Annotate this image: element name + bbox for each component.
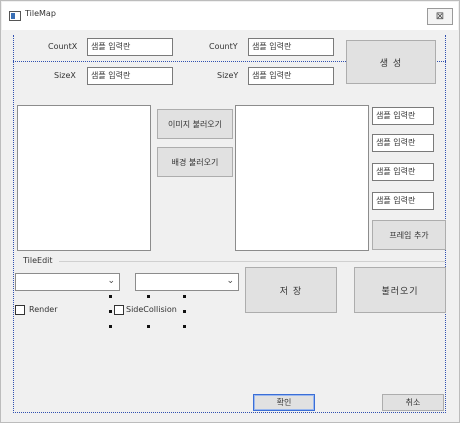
load-image-button[interactable]: 이미지 불러오기 [157, 109, 233, 139]
tile-edit-label: TileEdit [23, 256, 53, 265]
save-button[interactable]: 저 장 [245, 267, 337, 313]
create-button[interactable]: 생 성 [346, 40, 436, 84]
count-y-label: CountY [209, 42, 238, 51]
tile-combo-right[interactable]: ⌄ [135, 273, 239, 291]
tile-edit-group-line [59, 261, 445, 262]
selection-handle [147, 325, 150, 328]
frame-input-1[interactable]: 샘플 입력란 [372, 107, 434, 125]
chevron-down-icon: ⌄ [107, 276, 115, 286]
ok-button[interactable]: 확인 [253, 394, 315, 411]
selection-handle [147, 295, 150, 298]
size-y-input[interactable]: 샘플 입력란 [248, 67, 334, 85]
right-list-box[interactable] [235, 105, 369, 251]
selection-handle [183, 325, 186, 328]
render-label: Render [29, 305, 58, 314]
guide-bottom [13, 412, 446, 413]
load-background-button[interactable]: 배경 불러오기 [157, 147, 233, 177]
count-x-input[interactable]: 샘플 입력란 [87, 38, 173, 56]
side-collision-checkbox[interactable] [114, 305, 124, 315]
add-frame-button[interactable]: 프레임 추가 [372, 220, 446, 250]
chevron-down-icon: ⌄ [226, 276, 234, 286]
cancel-button[interactable]: 취소 [382, 394, 444, 411]
tilemap-window: TileMap ⊠ CountX 샘플 입력란 CountY 샘플 입력란 생 … [0, 0, 460, 423]
size-x-label: SizeX [54, 71, 76, 80]
count-y-input[interactable]: 샘플 입력란 [248, 38, 334, 56]
load-button[interactable]: 불러오기 [354, 267, 446, 313]
frame-input-4[interactable]: 샘플 입력란 [372, 192, 434, 210]
title-bar [2, 2, 458, 30]
selection-handle [183, 310, 186, 313]
size-x-input[interactable]: 샘플 입력란 [87, 67, 173, 85]
selection-handle [109, 310, 112, 313]
guide-left [13, 35, 14, 413]
window-title: TileMap [25, 9, 56, 18]
render-checkbox[interactable] [15, 305, 25, 315]
frame-input-2[interactable]: 샘플 입력란 [372, 134, 434, 152]
selection-handle [109, 295, 112, 298]
frame-input-3[interactable]: 샘플 입력란 [372, 163, 434, 181]
app-icon [9, 11, 21, 21]
close-button[interactable]: ⊠ [427, 8, 453, 25]
selection-handle [183, 295, 186, 298]
size-y-label: SizeY [217, 71, 239, 80]
count-x-label: CountX [48, 42, 78, 51]
selection-handle [109, 325, 112, 328]
tile-combo-left[interactable]: ⌄ [15, 273, 120, 291]
left-list-box[interactable] [17, 105, 151, 251]
side-collision-label: SideCollision [126, 305, 177, 314]
